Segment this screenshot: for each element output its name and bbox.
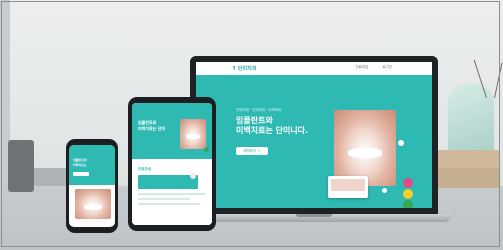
image-border [1,1,500,247]
mockup-scene: ❣ 단미치과 진료마감 로그인 단미치과 · 단미치과 · 미백치료 임플란트와… [0,0,503,250]
